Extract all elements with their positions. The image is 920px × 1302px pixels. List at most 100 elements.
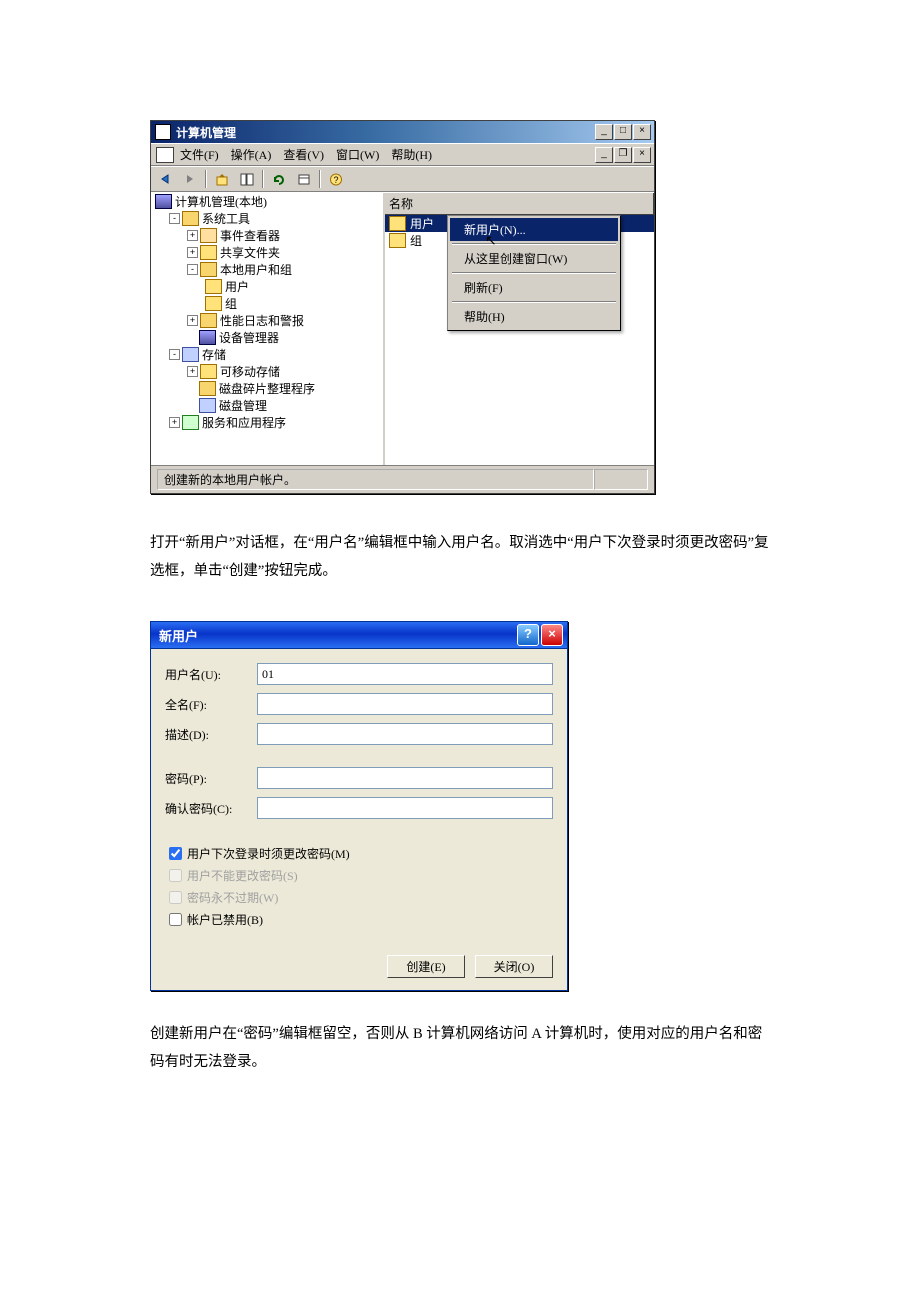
menu-action[interactable]: 操作(A)	[231, 146, 272, 163]
device-manager-icon	[199, 330, 216, 345]
toolbar-separator	[205, 170, 207, 188]
computer-management-window: 计算机管理 _ □ × 文件(F) 操作(A) 查看(V) 窗口(W) 帮助(H…	[150, 120, 655, 494]
refresh-button[interactable]	[269, 169, 289, 189]
tree-groups[interactable]: 组	[225, 295, 237, 312]
collapse-icon[interactable]: -	[169, 349, 180, 360]
expand-icon[interactable]: +	[187, 366, 198, 377]
list-item-label: 用户	[410, 215, 434, 232]
nav-back-button[interactable]	[155, 169, 175, 189]
dlg-close-button[interactable]: ×	[541, 624, 563, 646]
help-button[interactable]: ?	[326, 169, 346, 189]
minimize-button[interactable]: _	[595, 124, 613, 140]
tree-localusers[interactable]: 本地用户和组	[220, 261, 292, 278]
ctx-separator	[452, 301, 616, 303]
folder-icon	[200, 245, 217, 260]
label-username: 用户名(U):	[165, 666, 257, 683]
close-button[interactable]: 关闭(O)	[475, 955, 553, 978]
folder-icon	[389, 233, 406, 248]
computer-icon	[155, 194, 172, 209]
cm-titlebar[interactable]: 计算机管理 _ □ ×	[151, 121, 654, 143]
tree-root[interactable]: 计算机管理(本地)	[175, 193, 267, 210]
tree-services[interactable]: 服务和应用程序	[202, 414, 286, 431]
chk-disabled[interactable]	[169, 913, 182, 926]
defrag-icon	[199, 381, 216, 396]
menu-view[interactable]: 查看(V)	[283, 146, 324, 163]
export-button[interactable]	[294, 169, 314, 189]
cm-client-area: 计算机管理(本地) - 系统工具 + 事件查看器 + 共享文件夹 - 本地用户和组 用户…	[151, 192, 654, 465]
chk-must-change-label: 用户下次登录时须更改密码(M)	[187, 845, 350, 862]
toolbar-separator	[262, 170, 264, 188]
maximize-button[interactable]: □	[614, 124, 632, 140]
input-desc[interactable]	[257, 723, 553, 745]
tree-devmgr[interactable]: 设备管理器	[219, 329, 279, 346]
folder-icon	[205, 296, 222, 311]
dlg-titlebar[interactable]: 新用户 ? ×	[151, 622, 567, 649]
ctx-help[interactable]: 帮助(H)	[450, 305, 618, 328]
tree-defrag[interactable]: 磁盘碎片整理程序	[219, 380, 315, 397]
window-title: 计算机管理	[176, 124, 595, 141]
storage-icon	[182, 347, 199, 362]
menu-help[interactable]: 帮助(H)	[391, 146, 432, 163]
menu-window[interactable]: 窗口(W)	[336, 146, 379, 163]
cm-menubar: 文件(F) 操作(A) 查看(V) 窗口(W) 帮助(H) _ ❐ ×	[151, 143, 654, 166]
cm-tree[interactable]: 计算机管理(本地) - 系统工具 + 事件查看器 + 共享文件夹 - 本地用户和组 用户…	[151, 193, 385, 465]
mdi-restore-button[interactable]: ❐	[614, 147, 632, 163]
cm-list[interactable]: 名称 用户 组 新用户(N)... 从这里创建窗口(W) 刷新(F) 帮助(H)…	[385, 193, 654, 465]
tree-eventviewer[interactable]: 事件查看器	[220, 227, 280, 244]
up-button[interactable]	[212, 169, 232, 189]
tree-perflogs[interactable]: 性能日志和警报	[220, 312, 304, 329]
mdi-minimize-button[interactable]: _	[595, 147, 613, 163]
label-desc: 描述(D):	[165, 726, 257, 743]
ctx-refresh[interactable]: 刷新(F)	[450, 276, 618, 299]
ctx-separator	[452, 243, 616, 245]
create-button[interactable]: 创建(E)	[387, 955, 465, 978]
mdi-icon	[156, 147, 174, 163]
cm-toolbar: ?	[151, 166, 654, 192]
folder-icon	[205, 279, 222, 294]
event-viewer-icon	[200, 228, 217, 243]
toolbar-separator	[319, 170, 321, 188]
perf-icon	[200, 313, 217, 328]
label-password: 密码(P):	[165, 770, 257, 787]
tree-storage[interactable]: 存储	[202, 346, 226, 363]
tree-removable[interactable]: 可移动存储	[220, 363, 280, 380]
collapse-icon[interactable]: -	[169, 213, 180, 224]
expand-icon[interactable]: +	[187, 230, 198, 241]
chk-never-expire	[169, 891, 182, 904]
instruction-paragraph-1: 打开“新用户”对话框，在“用户名”编辑框中输入用户名。取消选中“用户下次登录时须…	[150, 530, 770, 585]
tree-users[interactable]: 用户	[225, 278, 249, 295]
ctx-separator	[452, 272, 616, 274]
folder-icon	[389, 216, 406, 231]
menu-file[interactable]: 文件(F)	[180, 146, 219, 163]
close-button[interactable]: ×	[633, 124, 651, 140]
tools-icon	[182, 211, 199, 226]
expand-icon[interactable]: +	[187, 247, 198, 258]
dlg-title: 新用户	[159, 626, 515, 645]
chk-disabled-label: 帐户已禁用(B)	[187, 911, 263, 928]
input-fullname[interactable]	[257, 693, 553, 715]
chk-cannot-change	[169, 869, 182, 882]
ctx-new-user[interactable]: 新用户(N)...	[450, 218, 618, 241]
show-hide-tree-button[interactable]	[237, 169, 257, 189]
input-confirm[interactable]	[257, 797, 553, 819]
removable-storage-icon	[200, 364, 217, 379]
mdi-close-button[interactable]: ×	[633, 147, 651, 163]
disk-mgmt-icon	[199, 398, 216, 413]
input-password[interactable]	[257, 767, 553, 789]
dlg-help-button[interactable]: ?	[517, 624, 539, 646]
list-header-name[interactable]: 名称	[385, 193, 654, 215]
ctx-new-window[interactable]: 从这里创建窗口(W)	[450, 247, 618, 270]
status-spacer	[594, 469, 648, 490]
expand-icon[interactable]: +	[187, 315, 198, 326]
nav-forward-button[interactable]	[180, 169, 200, 189]
expand-icon[interactable]: +	[169, 417, 180, 428]
new-user-dialog: 新用户 ? × 用户名(U): 全名(F): 描述(D): 密码(P): 确认密…	[150, 621, 568, 991]
chk-must-change[interactable]	[169, 847, 182, 860]
input-username[interactable]	[257, 663, 553, 685]
tree-shared[interactable]: 共享文件夹	[220, 244, 280, 261]
services-icon	[182, 415, 199, 430]
list-item-label: 组	[410, 232, 422, 249]
tree-diskmgmt[interactable]: 磁盘管理	[219, 397, 267, 414]
tree-systools[interactable]: 系统工具	[202, 210, 250, 227]
collapse-icon[interactable]: -	[187, 264, 198, 275]
